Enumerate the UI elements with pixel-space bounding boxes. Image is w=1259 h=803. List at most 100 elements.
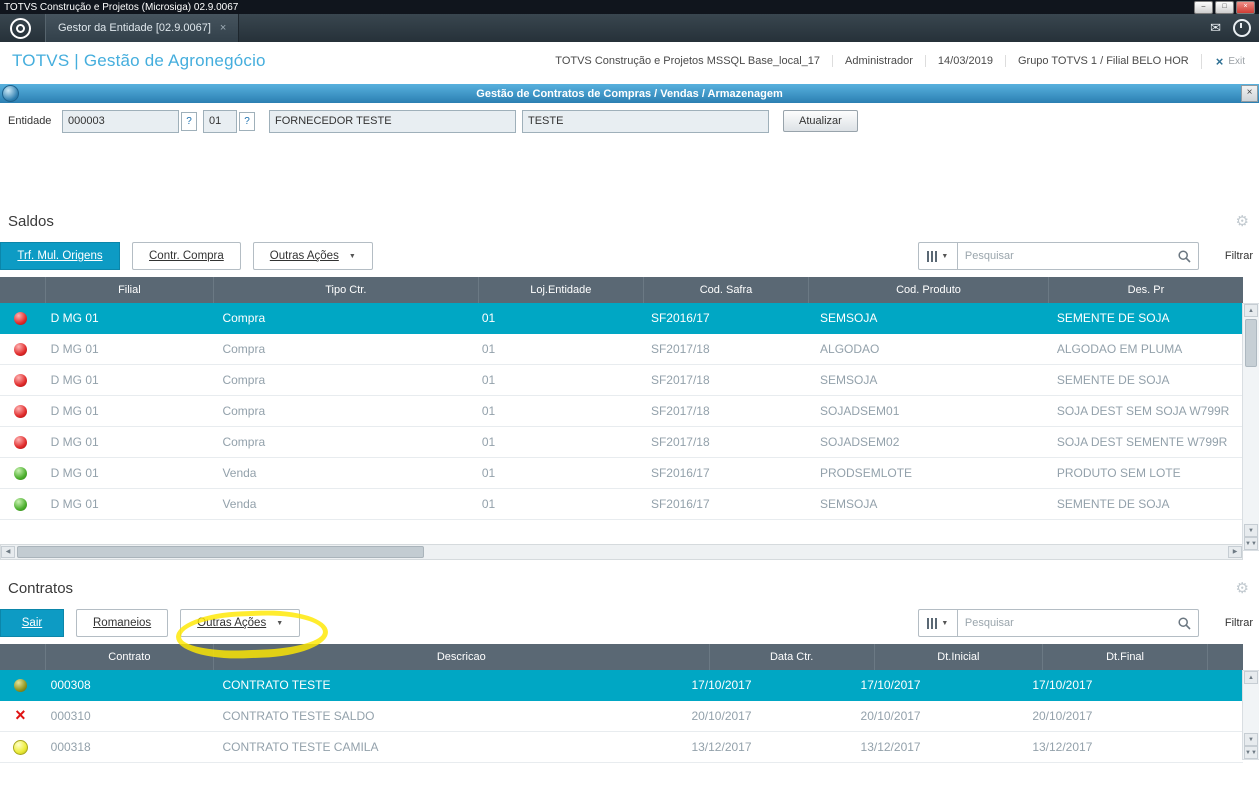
- scrollbar-body[interactable]: ▲ ▼ ▼▼: [1242, 303, 1259, 551]
- saldos-settings-gear-icon[interactable]: ⚙: [1236, 212, 1249, 230]
- table-row[interactable]: D MG 01 Venda 01 SF2016/17 PRODSEMLOTE P…: [0, 458, 1243, 489]
- saldos-col-safra[interactable]: Cod. Safra: [644, 277, 810, 303]
- table-row[interactable]: D MG 01 Compra 01 SF2017/18 SOJADSEM02 S…: [0, 427, 1243, 458]
- scrollbar-thumb[interactable]: [17, 546, 424, 558]
- row-status-cell: [0, 670, 41, 700]
- entity-code-lookup-button[interactable]: ?: [181, 111, 197, 131]
- maximize-button[interactable]: □: [1215, 0, 1234, 14]
- tab-close-icon[interactable]: ×: [220, 22, 226, 34]
- scrollbar-thumb[interactable]: [1245, 319, 1257, 367]
- sair-button[interactable]: Sair: [0, 609, 64, 637]
- scrollbar-body[interactable]: ▲ ▼ ▼▼: [1242, 670, 1259, 760]
- cell-final: 13/12/2017: [1032, 740, 1093, 754]
- row-status-cell: [0, 303, 41, 333]
- chevron-down-icon: ▼: [276, 619, 284, 627]
- entity-code-field[interactable]: [62, 109, 179, 133]
- table-row[interactable]: D MG 01 Compra 01 SF2017/18 SOJADSEM01 S…: [0, 396, 1243, 427]
- clock-icon[interactable]: [1233, 19, 1251, 37]
- cell-tipo: Compra: [222, 404, 266, 418]
- contratos-columns-config-button[interactable]: ▼: [917, 609, 958, 637]
- saldos-col-tipo[interactable]: Tipo Ctr.: [214, 277, 479, 303]
- branch-label: Grupo TOTVS 1 / Filial BELO HOR: [1004, 55, 1201, 67]
- contratos-col-descricao[interactable]: Descricao: [214, 644, 710, 670]
- saldos-grid-header: Filial Tipo Ctr. Loj.Entidade Cod. Safra…: [0, 277, 1243, 303]
- cell-safra: SF2017/18: [650, 373, 710, 387]
- horizontal-scrollbar[interactable]: ◀ ▶: [0, 544, 1243, 560]
- scroll-down-button[interactable]: ▼: [1244, 733, 1258, 746]
- contratos-col-inicial[interactable]: Dt.Inicial: [875, 644, 1043, 670]
- contratos-grid: Contrato Descricao Data Ctr. Dt.Inicial …: [0, 644, 1259, 763]
- cell-inicial: 13/12/2017: [860, 740, 921, 754]
- scroll-left-button[interactable]: ◀: [1, 546, 15, 558]
- search-icon[interactable]: [1178, 616, 1191, 630]
- scroll-up-button[interactable]: ▲: [1244, 304, 1258, 317]
- tab-bar: Gestor da Entidade [02.9.0067] × ✉: [0, 14, 1259, 42]
- contr-compra-button[interactable]: Contr. Compra: [132, 242, 241, 270]
- entity-store-field[interactable]: [203, 109, 237, 133]
- table-row[interactable]: D MG 01 Compra 01 SF2016/17 SEMSOJA SEME…: [0, 303, 1243, 334]
- cell-produto: SEMSOJA: [820, 497, 878, 511]
- saldos-col-status[interactable]: [0, 277, 46, 303]
- refresh-button[interactable]: Atualizar: [783, 110, 858, 132]
- exit-button[interactable]: × Exit: [1200, 53, 1249, 69]
- saldos-search-input[interactable]: [957, 250, 1178, 262]
- cell-produto: SOJADSEM02: [820, 435, 900, 449]
- vertical-scrollbar[interactable]: ▲ ▼ ▼▼: [1242, 277, 1259, 551]
- cell-contrato: 000310: [50, 709, 91, 723]
- vertical-scrollbar[interactable]: ▲ ▼ ▼▼: [1242, 644, 1259, 760]
- cell-loja: 01: [481, 373, 496, 387]
- mail-icon[interactable]: ✉: [1210, 20, 1221, 36]
- contratos-settings-gear-icon[interactable]: ⚙: [1236, 579, 1249, 597]
- cell-safra: SF2016/17: [650, 311, 710, 325]
- contratos-col-contrato[interactable]: Contrato: [46, 644, 214, 670]
- saldos-col-loja[interactable]: Loj.Entidade: [479, 277, 644, 303]
- table-row[interactable]: 000308 CONTRATO TESTE 17/10/2017 17/10/2…: [0, 670, 1243, 701]
- contratos-col-final[interactable]: Dt.Final: [1043, 644, 1209, 670]
- table-row[interactable]: 000318 CONTRATO TESTE CAMILA 13/12/2017 …: [0, 732, 1243, 763]
- table-row[interactable]: 000310 CONTRATO TESTE SALDO 20/10/2017 2…: [0, 701, 1243, 732]
- dialog-close-button[interactable]: ×: [1241, 85, 1258, 102]
- table-row[interactable]: D MG 01 Compra 01 SF2017/18 SEMSOJA SEME…: [0, 365, 1243, 396]
- status-icon: [15, 709, 26, 724]
- entity-name-field[interactable]: [269, 109, 516, 133]
- search-icon[interactable]: [1178, 249, 1191, 263]
- cell-tipo: Compra: [222, 435, 266, 449]
- romaneios-button[interactable]: Romaneios: [76, 609, 169, 637]
- entity-label: Entidade: [8, 115, 52, 127]
- cell-safra: SF2016/17: [650, 497, 710, 511]
- scroll-right-button[interactable]: ▶: [1228, 546, 1242, 558]
- minimize-button[interactable]: –: [1194, 0, 1213, 14]
- scroll-up-button[interactable]: ▲: [1244, 671, 1258, 684]
- contratos-col-data[interactable]: Data Ctr.: [710, 644, 875, 670]
- cell-produto: SOJADSEM01: [820, 404, 900, 418]
- tab-gestor-da-entidade[interactable]: Gestor da Entidade [02.9.0067] ×: [45, 14, 240, 42]
- entity-shortname-field[interactable]: [522, 109, 769, 133]
- saldos-col-descricao[interactable]: Des. Pr: [1049, 277, 1243, 303]
- contratos-search-input[interactable]: [957, 617, 1178, 629]
- brand-title: TOTVS | Gestão de Agronegócio: [12, 51, 266, 70]
- scroll-down-button[interactable]: ▼: [1244, 524, 1258, 537]
- contratos-filter-link[interactable]: Filtrar: [1225, 617, 1253, 629]
- saldos-search-group: ▼ Filtrar: [917, 242, 1259, 270]
- contratos-col-status[interactable]: [0, 644, 46, 670]
- cell-descricao: SOJA DEST SEMENTE W799R: [1056, 435, 1228, 449]
- cell-filial: D MG 01: [50, 497, 99, 511]
- columns-icon: [927, 617, 938, 629]
- close-button[interactable]: ×: [1236, 0, 1255, 14]
- saldos-col-produto[interactable]: Cod. Produto: [809, 277, 1049, 303]
- saldos-search-box: [957, 242, 1199, 270]
- page-down-button[interactable]: ▼▼: [1244, 537, 1258, 550]
- saldos-outras-acoes-button[interactable]: Outras Ações ▼: [252, 242, 373, 270]
- table-row[interactable]: D MG 01 Venda 01 SF2016/17 SEMSOJA SEMEN…: [0, 489, 1243, 520]
- page-down-button[interactable]: ▼▼: [1244, 746, 1258, 759]
- date-label: 14/03/2019: [924, 55, 1005, 67]
- saldos-filter-link[interactable]: Filtrar: [1225, 250, 1253, 262]
- entity-store-lookup-button[interactable]: ?: [239, 111, 255, 131]
- scrollbar-track[interactable]: [15, 545, 1228, 559]
- saldos-columns-config-button[interactable]: ▼: [917, 242, 958, 270]
- contratos-outras-acoes-button[interactable]: Outras Ações ▼: [180, 609, 301, 637]
- saldos-col-filial[interactable]: Filial: [46, 277, 214, 303]
- trf-mul-origens-button[interactable]: Trf. Mul. Origens: [0, 242, 120, 270]
- saldos-grid-main: Filial Tipo Ctr. Loj.Entidade Cod. Safra…: [0, 277, 1243, 560]
- table-row[interactable]: D MG 01 Compra 01 SF2017/18 ALGODAO ALGO…: [0, 334, 1243, 365]
